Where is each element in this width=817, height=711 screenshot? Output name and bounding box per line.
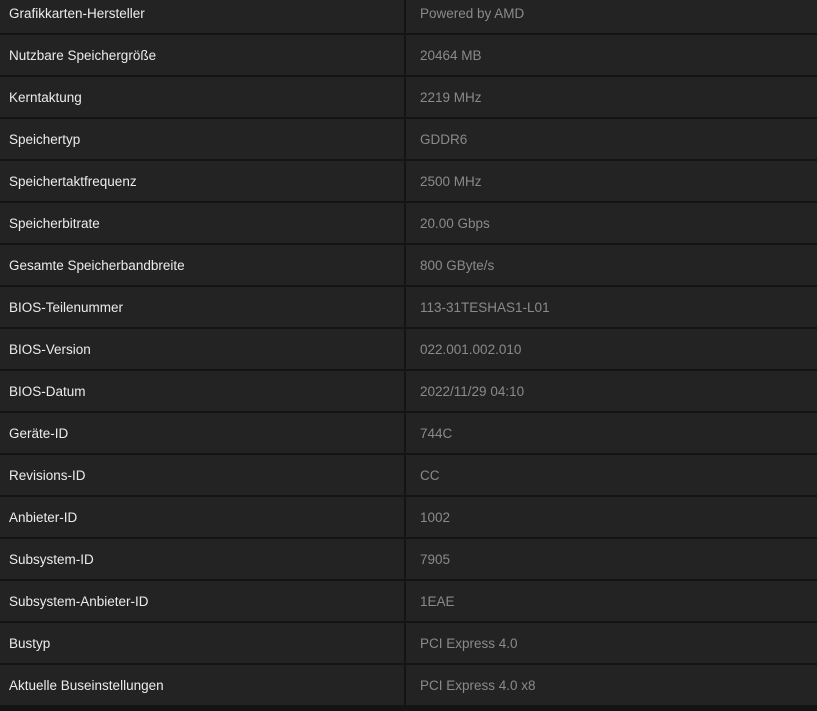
spec-row-bios-version: BIOS-Version 022.001.002.010 [0,329,817,369]
spec-value: 022.001.002.010 [420,341,522,357]
spec-value: 2219 MHz [420,89,482,105]
spec-value: 20464 MB [420,47,482,63]
spec-value: 2500 MHz [420,173,482,189]
spec-row-memory-bitrate: Speicherbitrate 20.00 Gbps [0,203,817,243]
spec-label: Aktuelle Buseinstellungen [9,677,164,693]
spec-row-device-id: Geräte-ID 744C [0,413,817,453]
gpu-specs-table: Grafikkarten-Hersteller Powered by AMD N… [0,0,817,707]
spec-row-memory-clock: Speichertaktfrequenz 2500 MHz [0,161,817,201]
spec-value: Powered by AMD [420,5,525,21]
spec-value: 800 GByte/s [420,257,495,273]
spec-label: Nutzbare Speichergröße [9,47,157,63]
spec-row-bios-date: BIOS-Datum 2022/11/29 04:10 [0,371,817,411]
spec-value: 744C [420,425,453,441]
spec-label: Geräte-ID [9,425,69,441]
spec-label: Subsystem-ID [9,551,94,567]
spec-label: BIOS-Teilenummer [9,299,124,315]
spec-value: 113-31TESHAS1-L01 [420,299,550,315]
spec-label: Speichertaktfrequenz [9,173,137,189]
spec-label: BIOS-Datum [9,383,86,399]
spec-row-core-clock: Kerntaktung 2219 MHz [0,77,817,117]
spec-row-vendor-id: Anbieter-ID 1002 [0,497,817,537]
spec-value: PCI Express 4.0 [420,635,518,651]
spec-row-bios-part-number: BIOS-Teilenummer 113-31TESHAS1-L01 [0,287,817,327]
spec-value: 2022/11/29 04:10 [420,383,525,399]
spec-row-memory-type: Speichertyp GDDR6 [0,119,817,159]
spec-value: PCI Express 4.0 x8 [420,677,536,693]
spec-label: Speicherbitrate [9,215,100,231]
spec-value: CC [420,467,440,483]
spec-label: Kerntaktung [9,89,82,105]
spec-row-revision-id: Revisions-ID CC [0,455,817,495]
spec-label: BIOS-Version [9,341,91,357]
spec-value: 1002 [420,509,451,525]
spec-label: Subsystem-Anbieter-ID [9,593,149,609]
spec-label: Grafikkarten-Hersteller [9,5,145,21]
spec-row-subsystem-id: Subsystem-ID 7905 [0,539,817,579]
bottom-edge [0,707,817,711]
spec-value: 20.00 Gbps [420,215,490,231]
spec-label: Bustyp [9,635,51,651]
spec-label: Gesamte Speicherbandbreite [9,257,185,273]
spec-label: Revisions-ID [9,467,86,483]
spec-label: Anbieter-ID [9,509,78,525]
spec-value: GDDR6 [420,131,468,147]
spec-row-current-bus-settings: Aktuelle Buseinstellungen PCI Express 4.… [0,665,817,705]
spec-row-vendor: Grafikkarten-Hersteller Powered by AMD [0,0,817,33]
spec-value: 7905 [420,551,451,567]
spec-row-bus-type: Bustyp PCI Express 4.0 [0,623,817,663]
spec-row-memory-bandwidth: Gesamte Speicherbandbreite 800 GByte/s [0,245,817,285]
spec-label: Speichertyp [9,131,81,147]
spec-row-memory-size: Nutzbare Speichergröße 20464 MB [0,35,817,75]
spec-row-subsystem-vendor-id: Subsystem-Anbieter-ID 1EAE [0,581,817,621]
spec-value: 1EAE [420,593,455,609]
